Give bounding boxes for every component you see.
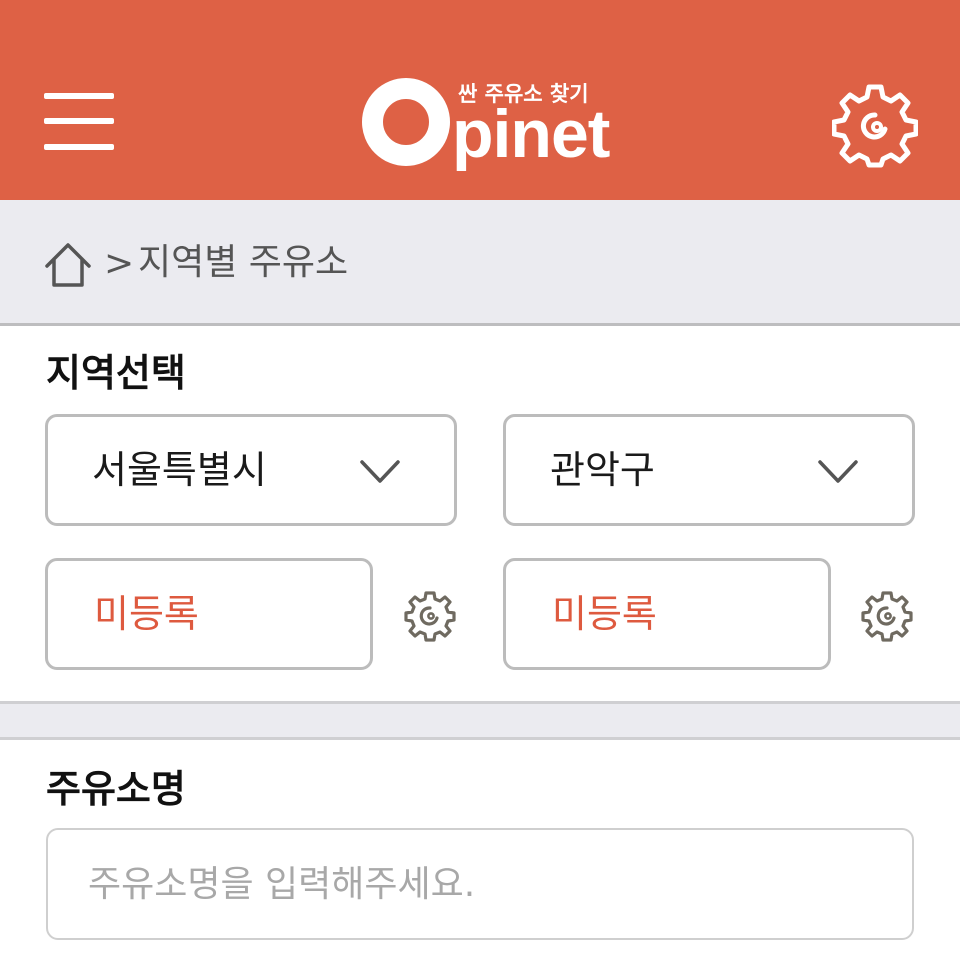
breadcrumb-separator: >	[104, 243, 135, 284]
settings-button[interactable]	[831, 83, 919, 169]
section-divider	[0, 701, 960, 740]
district-select[interactable]: 관악구	[503, 414, 915, 526]
logo-o-mark	[362, 78, 450, 166]
region-section-title: 지역선택	[46, 351, 186, 395]
logo-wordmark: pinet	[452, 96, 610, 172]
station-name-title: 주유소명	[46, 767, 186, 811]
district-select-value: 관악구	[550, 448, 655, 492]
home-icon[interactable]	[44, 242, 92, 288]
breadcrumb: > 지역별 주유소	[0, 200, 960, 326]
gear-icon	[831, 84, 919, 168]
chevron-down-icon	[360, 460, 400, 483]
station-name-input[interactable]	[46, 828, 914, 940]
favorite-slot-1[interactable]: 미등록	[45, 558, 373, 670]
app-header: 싼 주유소 찾기 pinet	[0, 0, 960, 200]
menu-button[interactable]	[44, 93, 116, 153]
favorite-slot-1-value: 미등록	[94, 592, 199, 636]
favorite-slot-2[interactable]: 미등록	[503, 558, 831, 670]
favorite-slot-2-value: 미등록	[552, 592, 657, 636]
menu-bar-icon	[44, 93, 114, 99]
gear-icon[interactable]	[860, 589, 914, 643]
opinet-logo[interactable]: 싼 주유소 찾기 pinet	[360, 72, 610, 182]
menu-bar-icon	[44, 144, 114, 150]
city-select-value: 서울특별시	[92, 448, 267, 492]
chevron-down-icon	[818, 460, 858, 483]
breadcrumb-current: 지역별 주유소	[138, 242, 349, 283]
menu-bar-icon	[44, 118, 114, 124]
city-select[interactable]: 서울특별시	[45, 414, 457, 526]
gear-icon[interactable]	[403, 589, 457, 643]
